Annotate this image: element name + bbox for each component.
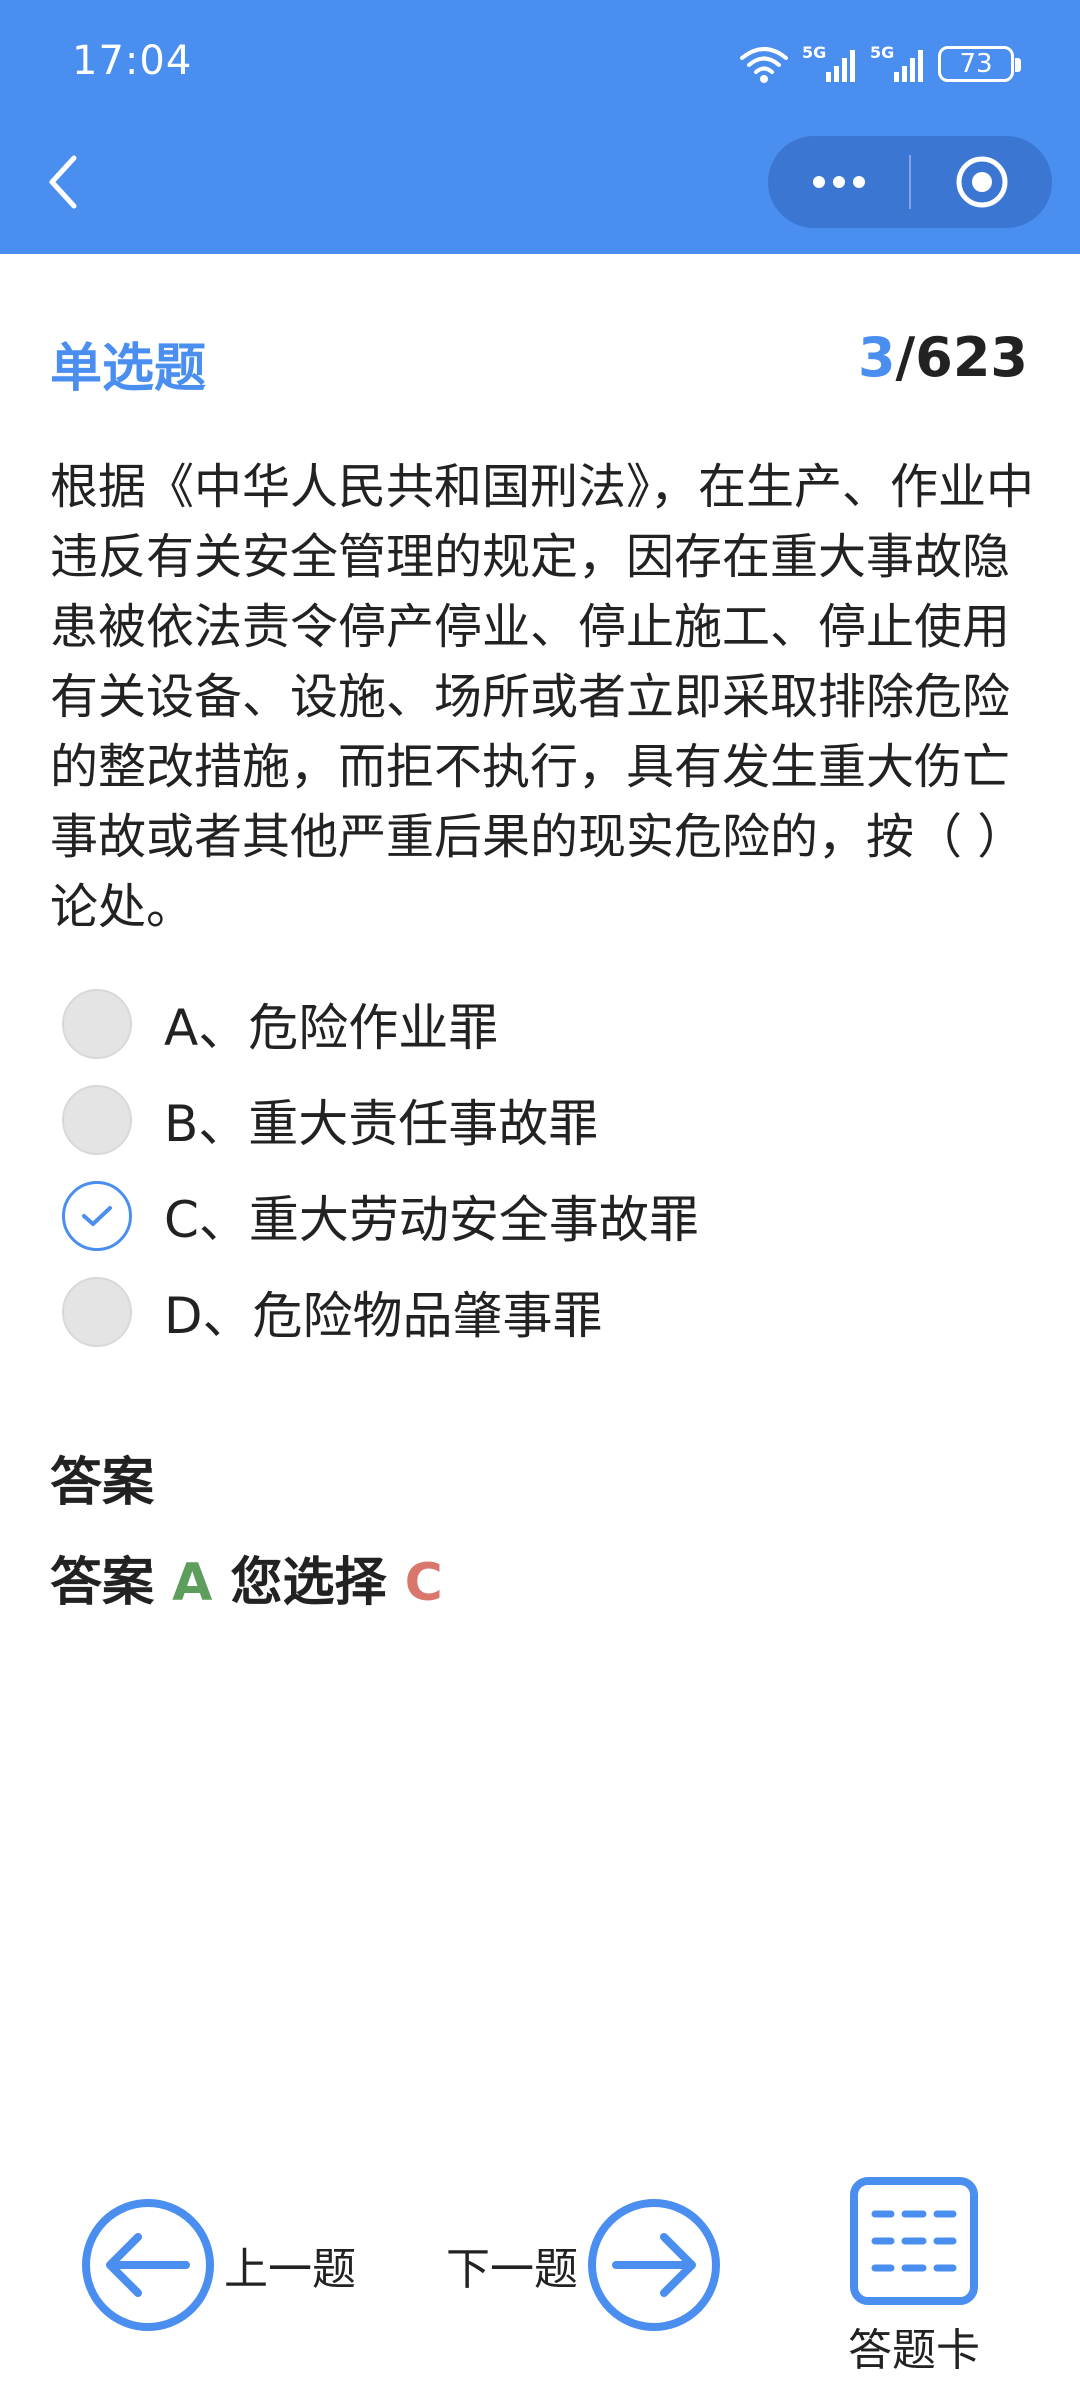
correct-answer: A: [172, 1553, 213, 1613]
chosen-answer: C: [404, 1553, 443, 1613]
option-c[interactable]: C、重大劳动安全事故罪: [62, 1168, 1022, 1264]
back-button[interactable]: [40, 150, 90, 214]
option-label: A、危险作业罪: [164, 999, 499, 1057]
target-circle-icon: [956, 156, 1007, 208]
wifi-icon: [740, 47, 788, 83]
arrow-left-circle-icon: [82, 2199, 214, 2331]
status-time: 17:04: [72, 38, 193, 84]
option-a[interactable]: A、危险作业罪: [62, 976, 1022, 1072]
option-label: D、危险物品肇事罪: [164, 1287, 603, 1345]
signal-5g-icon: 5G: [870, 43, 923, 82]
prev-question-button[interactable]: 上一题: [80, 2190, 380, 2340]
answer-prefix: 答案: [50, 1553, 155, 1613]
option-list: A、危险作业罪 B、重大责任事故罪 C、重大劳动安全事故罪 D、危险物品肇事罪: [62, 976, 1022, 1360]
option-radio[interactable]: [62, 989, 132, 1059]
option-radio[interactable]: [62, 1085, 132, 1155]
app-header: 17:04 5G 5G 73: [0, 0, 1080, 254]
next-question-button[interactable]: 下一题: [446, 2190, 746, 2340]
battery-indicator: 73: [938, 46, 1021, 82]
close-button[interactable]: [911, 136, 1052, 228]
status-icons: 5G 5G 73: [738, 36, 1021, 92]
arrow-right-circle-icon: [588, 2199, 720, 2331]
mini-program-capsule: [768, 136, 1052, 228]
option-radio[interactable]: [62, 1277, 132, 1347]
total-question-count: /623: [895, 326, 1028, 389]
option-d[interactable]: D、危险物品肇事罪: [62, 1264, 1022, 1360]
answer-card-label: 答题卡: [848, 2325, 980, 2376]
prev-question-label: 上一题: [224, 2244, 356, 2295]
more-dots-icon: [812, 176, 865, 188]
question-counter: 3/623: [858, 326, 1028, 389]
svg-text:5G: 5G: [870, 43, 894, 62]
check-icon: [82, 1206, 112, 1226]
option-b[interactable]: B、重大责任事故罪: [62, 1072, 1022, 1168]
option-radio-checked[interactable]: [62, 1181, 132, 1251]
question-text: 根据《中华人民共和国刑法》，在生产、作业中违反有关安全管理的规定，因存在重大事故…: [50, 459, 1035, 935]
question-type-label: 单选题: [50, 339, 207, 399]
option-label: C、重大劳动安全事故罪: [164, 1191, 699, 1249]
signal-5g-icon: 5G: [802, 43, 855, 82]
more-button[interactable]: [768, 136, 909, 228]
grid-card-icon: [850, 2177, 978, 2305]
answer-card-button[interactable]: 答题卡: [848, 2176, 980, 2378]
answer-section-title: 答案: [50, 1453, 155, 1513]
chevron-left-icon: [49, 155, 77, 209]
option-label: B、重大责任事故罪: [164, 1095, 599, 1153]
chosen-prefix: 您选择: [230, 1553, 387, 1613]
svg-text:5G: 5G: [802, 43, 826, 62]
current-question-number: 3: [857, 326, 896, 389]
answer-result: 答案 A 您选择 C: [50, 1540, 443, 1615]
next-question-label: 下一题: [446, 2244, 578, 2295]
